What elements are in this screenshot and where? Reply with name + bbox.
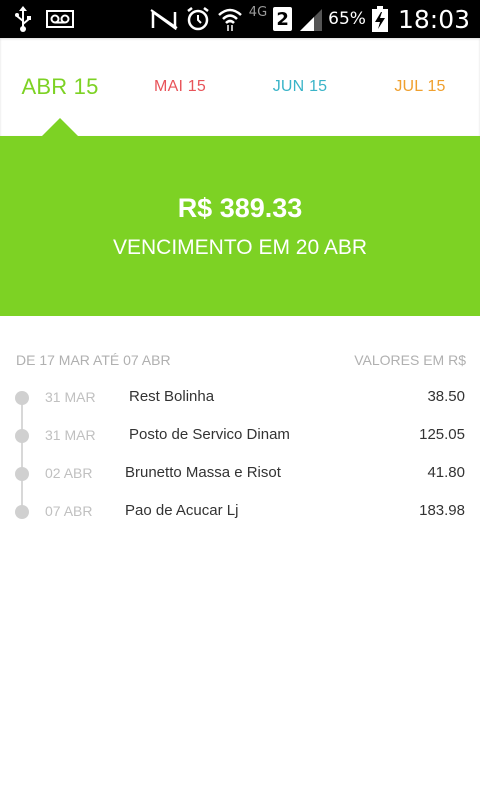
transactions-header: DE 17 MAR ATÉ 07 ABR VALORES EM R$ [0,352,480,372]
transaction-date: 31 MAR [45,389,96,405]
signal-icon [298,7,323,31]
voicemail-icon [46,10,74,28]
status-bar: 4G 2 65% 18:03 [0,0,480,38]
transaction-date: 31 MAR [45,427,96,443]
timeline-dot [15,391,29,405]
usb-icon [14,6,32,32]
tab-mai-15[interactable]: MAI 15 [120,38,240,136]
transaction-amount: 41.80 [427,464,465,481]
timeline-line [21,397,23,511]
transaction-merchant: Posto de Servico Dinam [129,426,290,443]
transaction-date: 02 ABR [45,465,93,481]
timeline-dot [15,429,29,443]
tab-label: JUN 15 [272,78,328,95]
tab-label: JUL 15 [394,78,446,95]
battery-charging-icon [371,6,388,32]
currency-note: VALORES EM R$ [354,352,466,368]
transaction-amount: 125.05 [419,426,465,443]
status-left-icons [14,0,74,38]
transaction-date: 07 ABR [45,503,93,519]
transaction-row[interactable]: 31 MAR Posto de Servico Dinam 125.05 [0,422,480,452]
transaction-merchant: Brunetto Massa e Risot [125,464,281,481]
transaction-row[interactable]: 02 ABR Brunetto Massa e Risot 41.80 [0,460,480,490]
transaction-merchant: Rest Bolinha [129,388,215,405]
billing-period: DE 17 MAR ATÉ 07 ABR [16,352,171,368]
battery-percent: 65% [328,9,366,29]
transaction-row[interactable]: 31 MAR Rest Bolinha 38.50 [0,384,480,414]
tab-jul-15[interactable]: JUL 15 [360,38,480,136]
clock: 18:03 [397,4,470,34]
tab-jun-15[interactable]: JUN 15 [240,38,360,136]
status-right-icons: 4G 2 65% 18:03 [149,0,470,38]
nfc-icon [149,8,179,30]
wifi-icon [217,7,243,31]
alarm-icon [185,6,211,32]
timeline-dot [15,467,29,481]
network-type-label: 4G [248,4,268,20]
bill-summary: R$ 389.33 VENCIMENTO EM 20 ABR [0,136,480,316]
active-tab-pointer [42,118,78,136]
transaction-row[interactable]: 07 ABR Pao de Acucar Lj 183.98 [0,498,480,528]
tab-label: MAI 15 [154,78,206,95]
tab-label: ABR 15 [21,74,99,99]
transaction-amount: 183.98 [419,502,465,519]
sim-badge: 2 [273,7,293,31]
due-date: VENCIMENTO EM 20 ABR [112,236,367,259]
transaction-amount: 38.50 [427,388,465,405]
timeline-dot [15,505,29,519]
transaction-merchant: Pao de Acucar Lj [125,502,239,519]
bill-amount: R$ 389.33 [177,193,303,223]
